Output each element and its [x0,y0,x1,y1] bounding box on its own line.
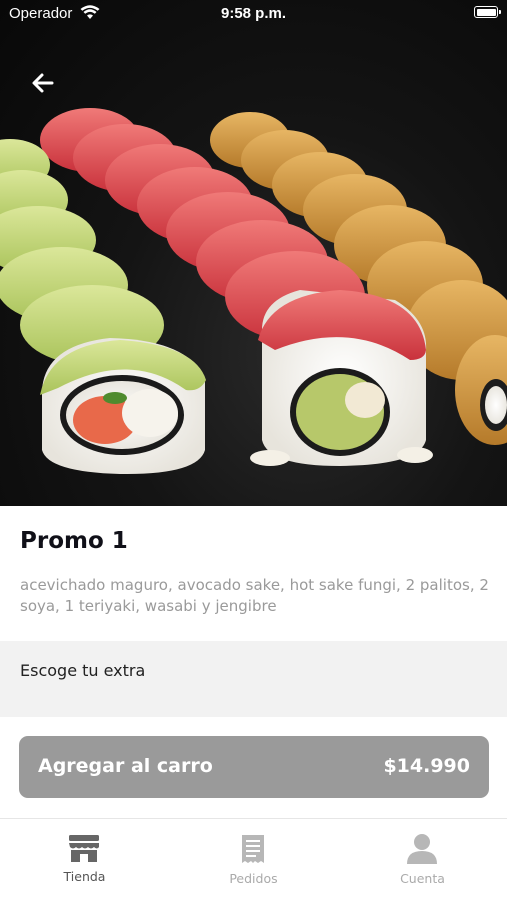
price-label: $14.990 [383,755,470,777]
product-description: acevichado maguro, avocado sake, hot sak… [20,576,489,615]
product-title: Promo 1 [20,528,128,554]
store-icon [69,835,99,862]
tab-tienda[interactable]: Tienda [0,819,169,901]
extras-section[interactable]: Escoge tu extra [0,641,507,717]
status-bar: Operador 9:58 p.m. [0,0,507,28]
tab-label-tienda: Tienda [63,869,106,884]
battery-icon [474,6,501,18]
arrow-left-icon [32,73,54,93]
add-to-cart-button[interactable]: Agregar al carro $14.990 [19,736,489,798]
extras-label: Escoge tu extra [20,661,146,680]
tab-pedidos[interactable]: Pedidos [169,819,338,901]
receipt-icon [242,835,264,863]
sushi-rolls-photo [0,108,507,475]
tab-bar: Tienda Pedidos Cuenta [0,818,507,901]
back-button[interactable] [22,62,64,104]
user-icon [407,834,437,864]
product-hero-image: Operador 9:58 p.m. [0,0,507,506]
tab-label-cuenta: Cuenta [400,871,445,886]
add-to-cart-label: Agregar al carro [38,755,213,777]
tab-label-pedidos: Pedidos [229,871,278,886]
tab-cuenta[interactable]: Cuenta [338,819,507,901]
clock: 9:58 p.m. [220,5,287,22]
